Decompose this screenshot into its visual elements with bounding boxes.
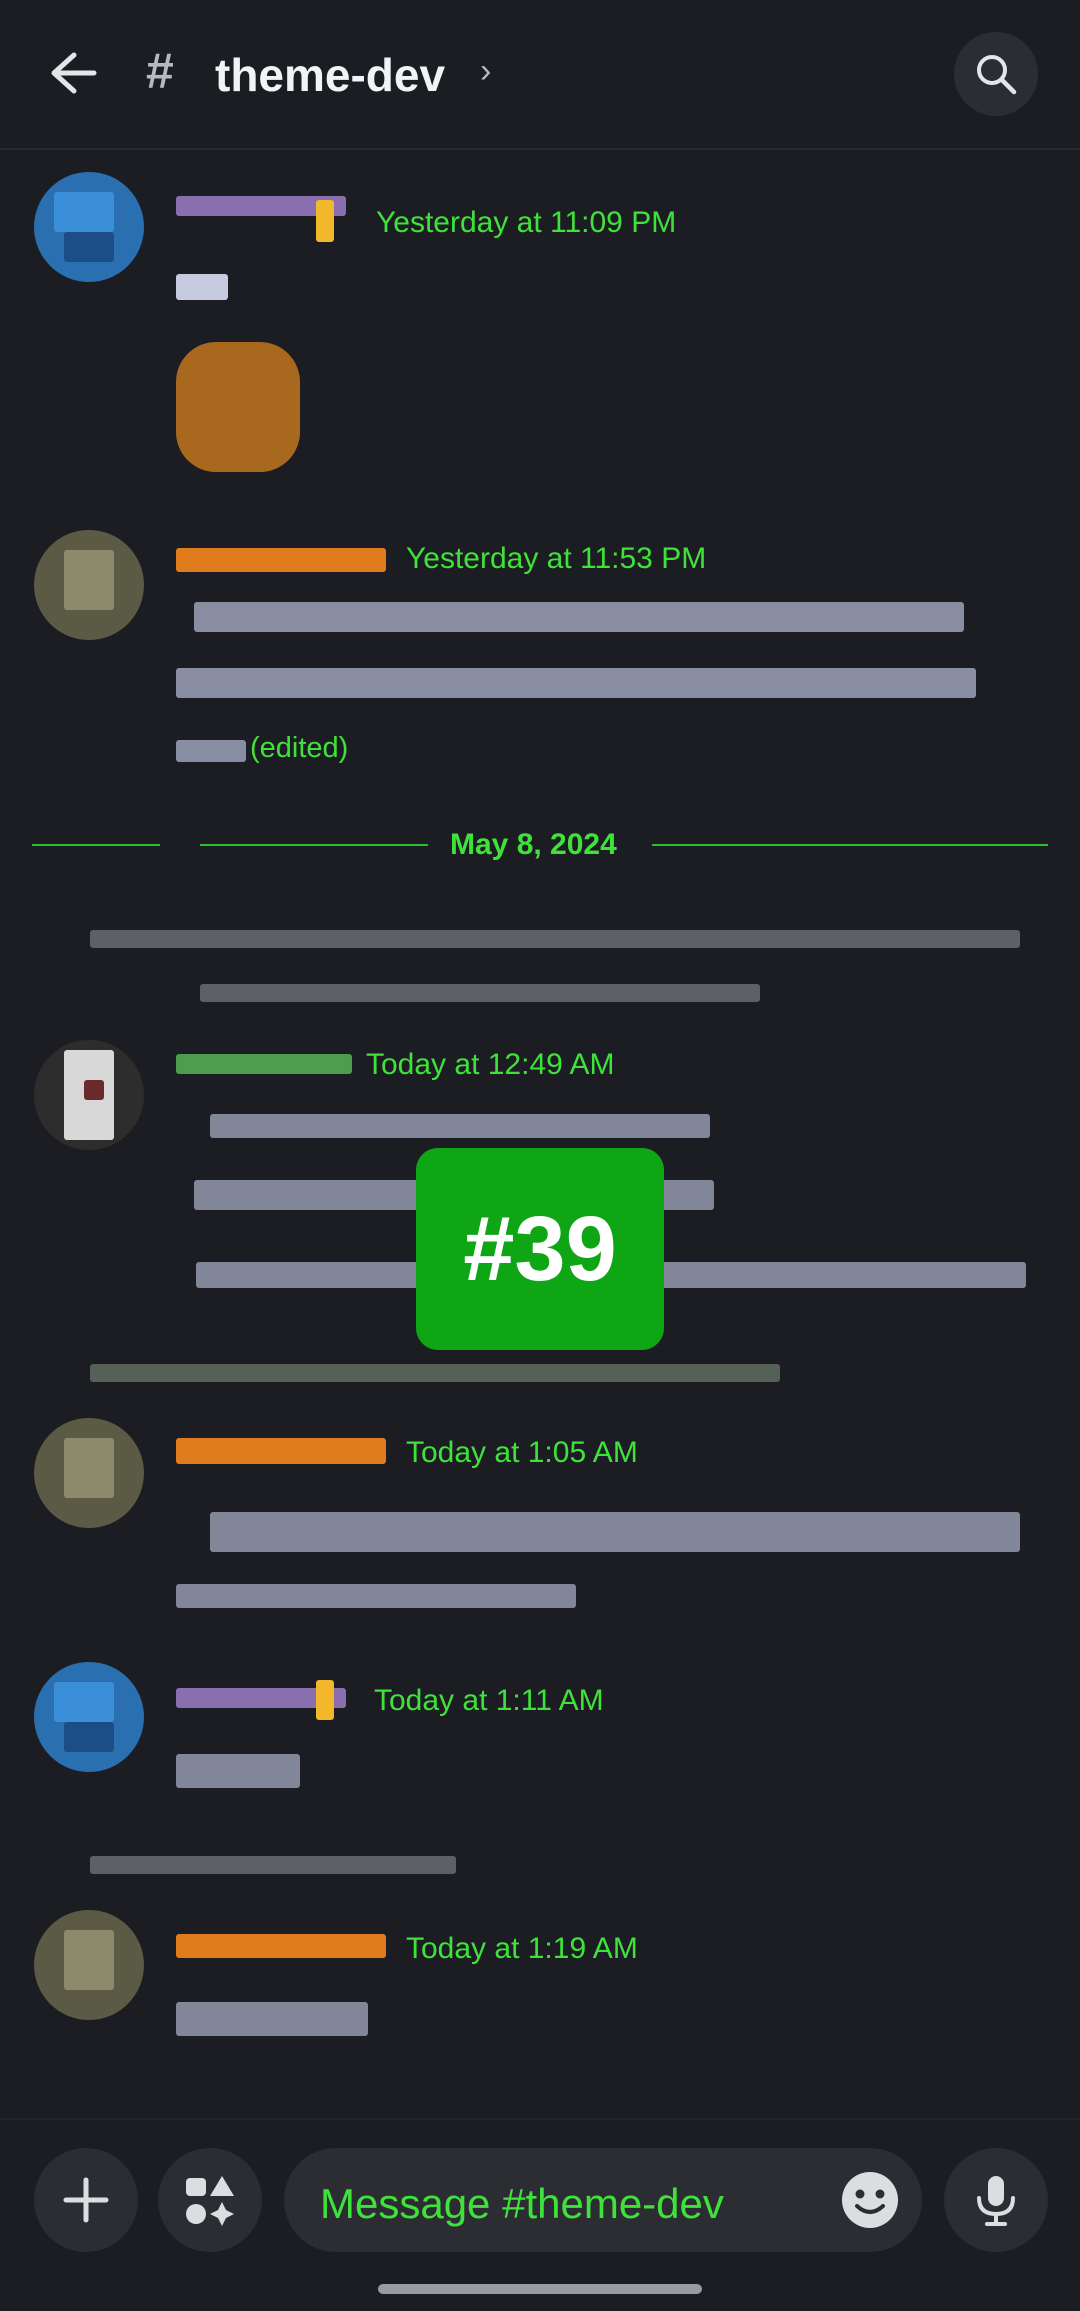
- channel-title[interactable]: theme-dev: [215, 48, 445, 102]
- username-blurred[interactable]: [176, 1438, 386, 1464]
- microphone-icon: [977, 2176, 1015, 2226]
- reply-preview-blurred[interactable]: [90, 1364, 780, 1382]
- avatar[interactable]: [34, 172, 144, 282]
- message-timestamp: Today at 1:19 AM: [406, 1932, 638, 1965]
- reply-preview-blurred[interactable]: [90, 930, 1020, 948]
- message-text-blurred: [194, 602, 964, 632]
- message-timestamp: Yesterday at 11:09 PM: [376, 206, 677, 239]
- avatar[interactable]: [34, 530, 144, 640]
- message-text-blurred: [176, 274, 228, 300]
- search-button[interactable]: [954, 32, 1038, 116]
- back-button[interactable]: [40, 40, 106, 106]
- edited-label: (edited): [250, 732, 349, 764]
- date-separator-line: [200, 844, 428, 846]
- message-list[interactable]: Yesterday at 11:09 PM Yesterday at 11:53…: [0, 150, 1080, 2110]
- avatar[interactable]: [34, 1910, 144, 2020]
- apps-button[interactable]: [158, 2148, 262, 2252]
- reply-preview-blurred[interactable]: [90, 1856, 456, 1874]
- emoji-icon[interactable]: [840, 2170, 900, 2230]
- voice-message-button[interactable]: [944, 2148, 1048, 2252]
- add-button[interactable]: [34, 2148, 138, 2252]
- message-text-blurred: [176, 668, 976, 698]
- message-timestamp: Today at 12:49 AM: [366, 1048, 615, 1081]
- avatar[interactable]: [34, 1662, 144, 1772]
- channel-hash-icon: #: [146, 43, 174, 99]
- message-composer: Message #theme-dev: [0, 2118, 1080, 2311]
- username-blurred[interactable]: [176, 1934, 386, 1958]
- message-text-blurred: [176, 1584, 576, 1608]
- username-blurred[interactable]: [176, 1054, 352, 1074]
- date-separator-line: [652, 844, 1048, 846]
- sticker-image[interactable]: [176, 342, 300, 472]
- arrow-left-icon: [51, 52, 97, 94]
- message-text-blurred: [176, 1754, 300, 1788]
- message-input[interactable]: Message #theme-dev: [284, 2148, 922, 2252]
- chevron-right-icon[interactable]: ›: [480, 52, 491, 91]
- message-timestamp: Today at 1:05 AM: [406, 1436, 638, 1469]
- date-separator-line: [32, 844, 160, 846]
- avatar[interactable]: [34, 1040, 144, 1150]
- message-text-blurred: [176, 2002, 368, 2036]
- message-text-blurred: [210, 1512, 1020, 1552]
- message-timestamp: Yesterday at 11:53 PM: [406, 542, 707, 575]
- channel-header: # theme-dev ›: [0, 0, 1080, 150]
- search-icon: [977, 55, 1017, 95]
- message-input-placeholder: Message #theme-dev: [320, 2180, 724, 2227]
- date-separator: May 8, 2024: [450, 828, 617, 861]
- message-text-blurred: [210, 1114, 710, 1138]
- home-indicator[interactable]: [378, 2284, 702, 2294]
- step-badge: #39: [416, 1148, 664, 1350]
- plus-icon: [63, 2177, 109, 2223]
- apps-icon: [186, 2176, 234, 2226]
- message-timestamp: Today at 1:11 AM: [374, 1684, 604, 1717]
- avatar[interactable]: [34, 1418, 144, 1528]
- username-blurred[interactable]: [176, 548, 386, 572]
